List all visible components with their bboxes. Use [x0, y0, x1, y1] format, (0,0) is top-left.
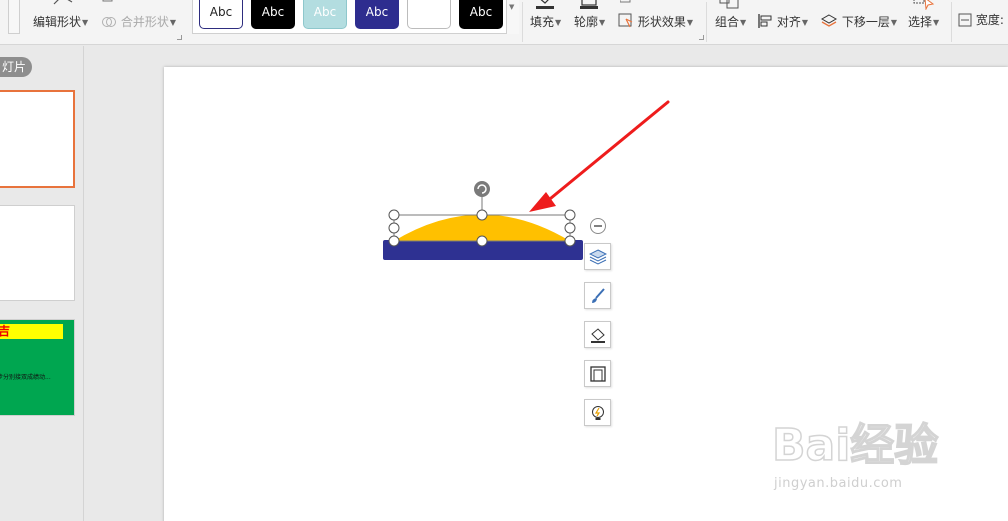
resize-handle-bottom[interactable] [476, 235, 488, 247]
resize-handle-top-right[interactable] [564, 209, 576, 221]
resize-handle-bottom-left[interactable] [388, 235, 400, 247]
layers-tool-button[interactable] [584, 243, 611, 270]
resize-handle-top-left[interactable] [388, 209, 400, 221]
outline-icon [589, 365, 606, 382]
outline-tool-button[interactable] [584, 360, 611, 387]
resize-handle-bottom-right[interactable] [564, 235, 576, 247]
watermark-url: jingyan.baidu.com [774, 476, 903, 491]
svg-text:Bai经验: Bai经验 [772, 420, 938, 471]
baidu-watermark-logo: Bai经验 [771, 419, 939, 472]
resize-handle-right[interactable] [564, 222, 576, 234]
fill-bucket-icon [590, 327, 605, 343]
style-tool-button[interactable] [584, 282, 611, 309]
effects-tool-button[interactable] [584, 399, 611, 426]
resize-handle-left[interactable] [388, 222, 400, 234]
brush-icon [591, 287, 605, 303]
rotate-handle-icon[interactable] [474, 181, 490, 197]
resize-handle-top[interactable] [476, 209, 488, 221]
layers-icon [588, 248, 607, 265]
fill-tool-button[interactable] [584, 321, 611, 348]
red-arrow-annotation [529, 100, 670, 212]
lightbulb-icon [591, 405, 604, 420]
collapse-toolbar-icon[interactable] [590, 218, 606, 234]
